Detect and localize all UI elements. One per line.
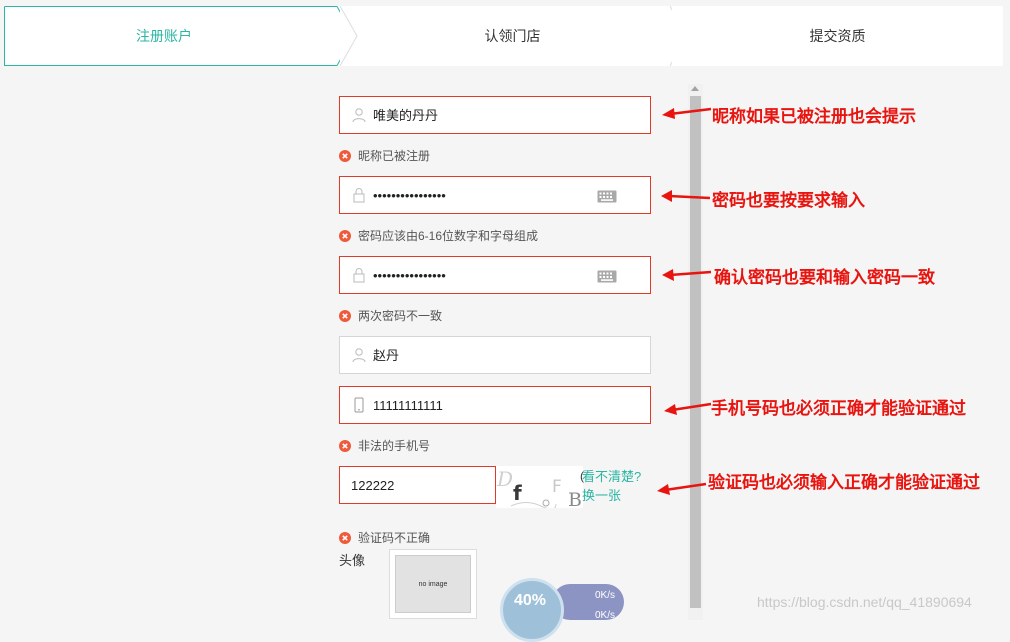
watermark-url: https://blog.csdn.net/qq_41890694 [757,594,972,610]
realname-value: 赵丹 [373,348,400,363]
phone-field[interactable]: 11111111111 [339,386,651,424]
registration-stepper: 注册账户 认领门店 提交资质 [0,0,1010,70]
user-icon [352,348,366,363]
phone-error: 非法的手机号 [339,438,430,454]
confirm-password-error-text: 两次密码不一致 [358,309,443,323]
network-speed-widget[interactable]: 40% 0K/s 0K/s [500,578,630,642]
nickname-value: 唯美的丹丹 [373,108,439,123]
svg-text:f: f [513,481,522,505]
step-submit-qualification: 提交资质 [672,6,1003,66]
refresh-captcha-line1[interactable]: 看不清楚? [582,467,641,486]
lock-icon [353,188,365,203]
error-x-icon [339,439,351,452]
password-field[interactable]: •••••••••••••••• [339,176,651,214]
captcha-error-text: 验证码不正确 [358,531,431,545]
refresh-captcha-link[interactable]: 看不清楚? 换一张 [582,467,641,505]
nickname-field[interactable]: 唯美的丹丹 [339,96,651,134]
captcha-glyphs-image: D f F B [496,467,582,508]
speed-ring [500,578,564,642]
svg-text:B: B [568,489,582,508]
error-x-icon [339,229,351,242]
captcha-value: 122222 [351,478,395,493]
password-error: 密码应该由6-16位数字和字母组成 [339,228,538,244]
error-x-icon [339,149,351,162]
realname-field[interactable]: 赵丹 [339,336,651,374]
phone-value: 11111111111 [373,398,443,413]
annotation-arrow-phone [664,402,712,415]
annotation-arrow-nickname [662,107,712,119]
password-error-text: 密码应该由6-16位数字和字母组成 [358,229,539,243]
phone-error-text: 非法的手机号 [358,439,431,453]
annotation-arrow-confirm [662,269,712,281]
speed-percent: 40% [514,592,547,609]
nickname-error: 昵称已被注册 [339,148,430,164]
nickname-error-text: 昵称已被注册 [358,149,431,163]
avatar-upload[interactable]: no image [389,549,477,619]
step-label-submit: 提交资质 [809,28,866,44]
confirm-password-value: •••••••••••••••• [373,268,446,283]
error-x-icon [339,309,351,322]
svg-text:F: F [552,477,562,497]
error-x-icon [339,531,351,544]
captcha-input[interactable]: 122222 [339,466,496,504]
user-icon [352,108,366,123]
scroll-up-arrow-icon[interactable] [691,86,699,91]
lock-icon [353,268,365,283]
speed-upload: 0K/s [595,590,616,601]
annotation-nickname: 昵称如果已被注册也会提示 [712,107,916,126]
annotation-confirm: 确认密码也要和输入密码一致 [714,268,935,287]
step-label-claim: 认领门店 [484,28,541,44]
scroll-thumb[interactable] [690,96,701,608]
annotation-password: 密码也要按要求输入 [712,191,865,210]
keyboard-icon[interactable] [597,190,617,203]
speed-download: 0K/s [595,610,616,621]
annotation-phone: 手机号码也必须正确才能验证通过 [711,399,966,418]
form-scrollbar[interactable] [688,84,703,620]
captcha-image[interactable]: D f F B [496,466,583,508]
avatar-label: 头像 [339,553,366,568]
annotation-captcha: 验证码也必须输入正确才能验证通过 [708,473,980,492]
refresh-captcha-line2[interactable]: 换一张 [582,486,641,505]
password-value: •••••••••••••••• [373,188,446,203]
svg-text:D: D [496,467,513,491]
confirm-password-field[interactable]: •••••••••••••••• [339,256,651,294]
annotation-arrow-captcha [657,482,707,495]
step-register-account: 注册账户 [4,6,355,66]
phone-icon [354,397,364,413]
avatar-placeholder: no image [395,555,471,613]
step-label-register: 注册账户 [136,28,192,44]
confirm-password-error: 两次密码不一致 [339,308,442,324]
step-claim-store: 认领门店 [340,6,687,66]
captcha-error: 验证码不正确 [339,530,430,546]
annotation-arrow-password [661,190,711,202]
keyboard-icon[interactable] [597,270,617,283]
